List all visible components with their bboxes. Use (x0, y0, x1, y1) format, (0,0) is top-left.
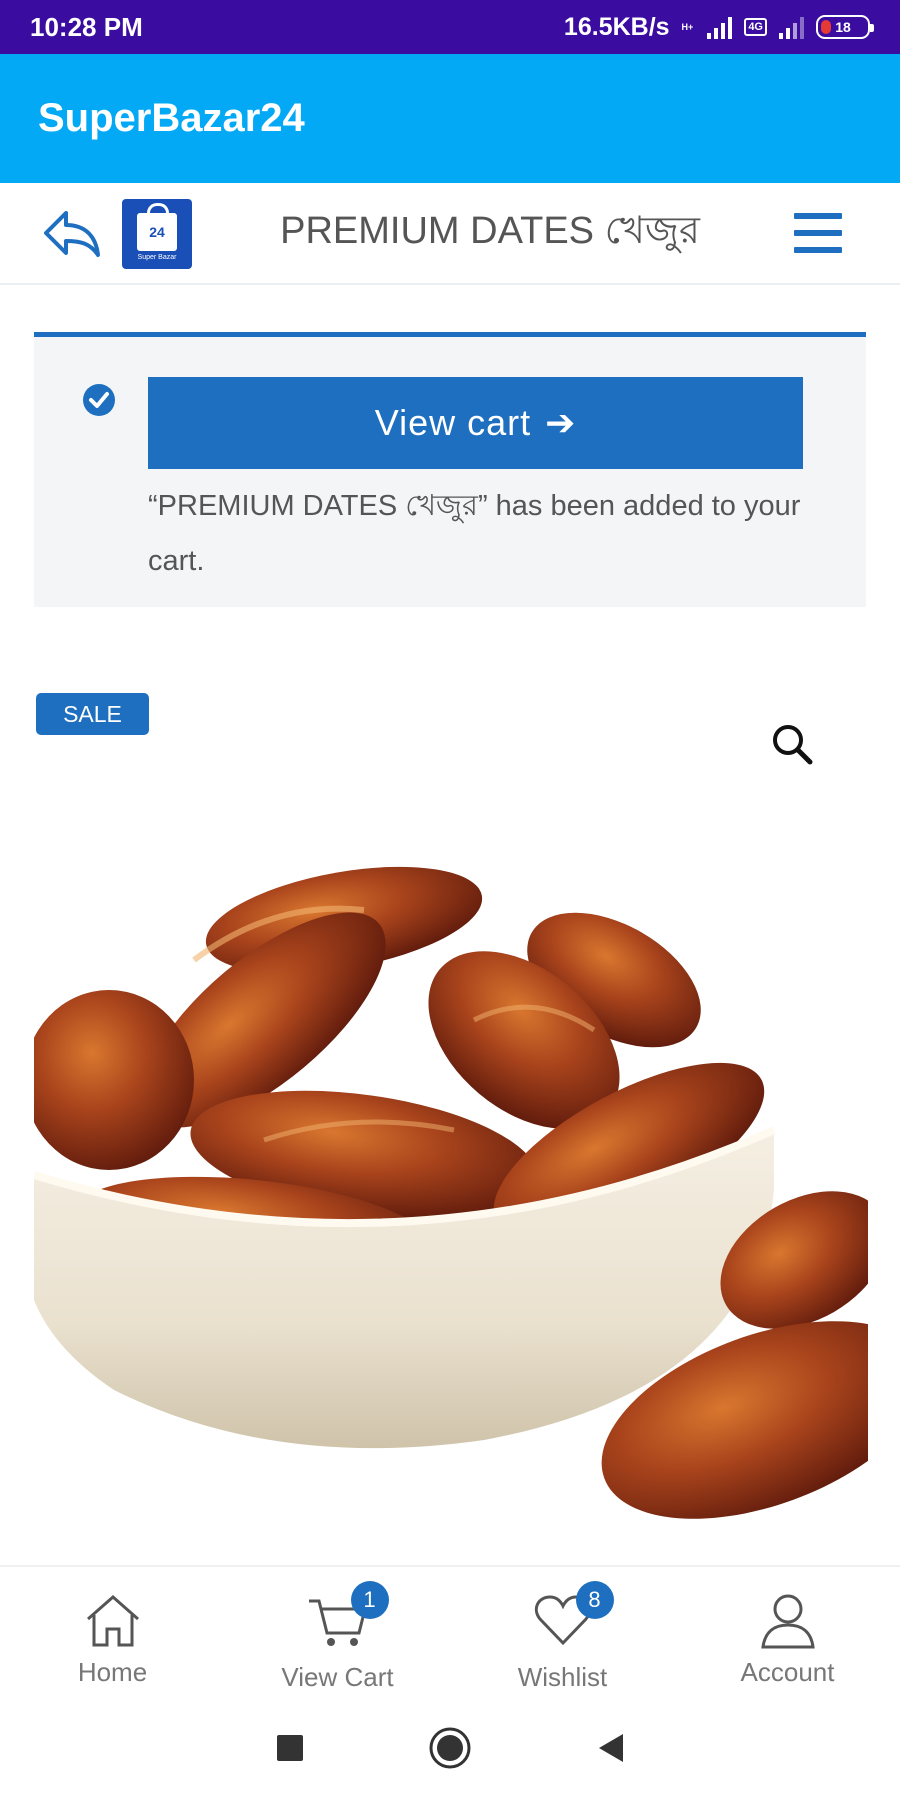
page-title: PREMIUM DATES খেজুর (280, 210, 700, 252)
network-speed: 16.5KB/s (563, 12, 670, 41)
wishlist-count-badge: 8 (575, 1581, 614, 1619)
recents-button[interactable] (265, 1723, 315, 1773)
app-bar: SuperBazar24 (0, 54, 900, 183)
status-icons: 16.5KB/s H+ 4G 18 (563, 12, 874, 42)
shopping-bag-icon: 24 (137, 203, 177, 251)
dates-bowl-image (34, 866, 868, 1519)
cart-notice: View cart ➔ “PREMIUM DATES খেজুর” has be… (34, 332, 866, 607)
cart-icon-wrap: 1 (305, 1581, 389, 1656)
reply-arrow-icon (44, 211, 100, 257)
nav-account-label: Account (740, 1657, 835, 1687)
app-title: SuperBazar24 (38, 96, 305, 140)
circle-icon (429, 1727, 471, 1768)
back-system-button[interactable] (585, 1723, 635, 1773)
nav-wishlist[interactable]: 8 Wishlist (450, 1567, 675, 1695)
arrow-right-icon: ➔ (545, 402, 577, 443)
hamburger-icon (794, 213, 842, 219)
nav-wishlist-label: Wishlist (517, 1662, 608, 1692)
page-header: 24 Super Bazar PREMIUM DATES খেজুর (0, 183, 900, 285)
battery-icon: 18 (816, 15, 874, 39)
volte-icon: 4G (744, 18, 767, 36)
heart-icon-wrap: 8 (530, 1581, 614, 1656)
nav-view-cart[interactable]: 1 View Cart (225, 1567, 450, 1695)
signal-icon (707, 15, 733, 39)
view-cart-button[interactable]: View cart ➔ (148, 377, 803, 469)
user-icon (760, 1594, 815, 1649)
system-nav (0, 1695, 900, 1800)
back-button[interactable] (40, 205, 104, 261)
status-time: 10:28 PM (30, 11, 143, 42)
logo-text: Super Bazar (137, 254, 177, 261)
battery-level: 18 (835, 19, 851, 35)
signal-icon-2 (779, 15, 804, 39)
store-logo[interactable]: 24 Super Bazar (122, 199, 192, 269)
view-cart-label: View cart (374, 402, 532, 443)
triangle-back-icon (599, 1733, 623, 1762)
nav-home-label: Home (77, 1657, 148, 1687)
network-type: H+ (681, 21, 694, 32)
notice-message: “PREMIUM DATES খেজুর” has been added to … (148, 490, 801, 577)
zoom-button[interactable] (768, 720, 818, 770)
status-bar: 10:28 PM 16.5KB/s H+ 4G 18 (0, 0, 900, 54)
home-icon (86, 1595, 139, 1647)
home-system-button[interactable] (425, 1723, 475, 1773)
cart-count-badge: 1 (350, 1581, 389, 1619)
square-icon (277, 1734, 303, 1761)
search-icon (773, 725, 813, 765)
nav-home[interactable]: Home (0, 1567, 225, 1695)
check-circle-icon (83, 384, 115, 416)
nav-account[interactable]: Account (675, 1567, 900, 1695)
product-image[interactable] (34, 830, 868, 1565)
menu-button[interactable] (794, 213, 842, 253)
bottom-nav: Home 1 View Cart 8 Wishlist Account (0, 1565, 900, 1695)
sale-badge: SALE (36, 693, 149, 735)
nav-view-cart-label: View Cart (281, 1662, 394, 1692)
